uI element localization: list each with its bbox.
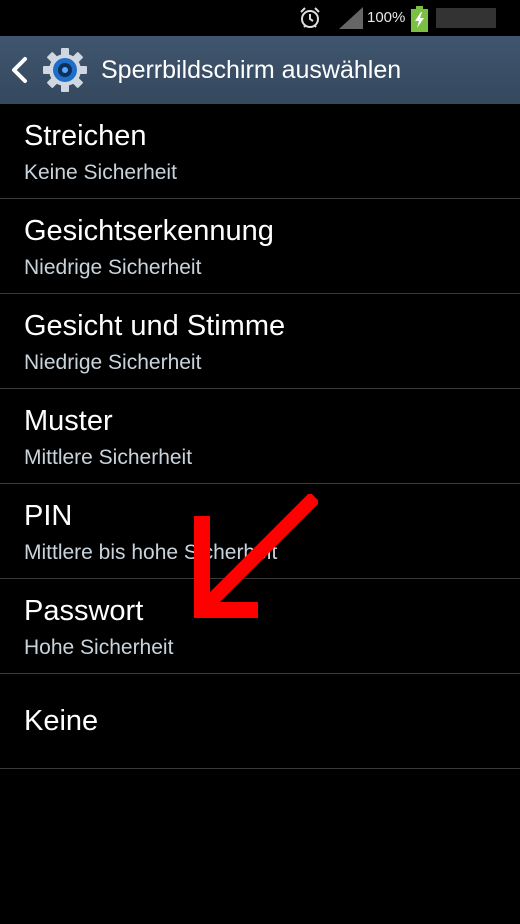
list-item-muster[interactable]: Muster Mittlere Sicherheit — [0, 389, 520, 484]
list-item-subtitle: Hohe Sicherheit — [24, 636, 174, 659]
list-item-title: Muster — [24, 405, 113, 437]
alarm-icon — [300, 7, 320, 28]
list-item-passwort[interactable]: Passwort Hohe Sicherheit — [0, 579, 520, 674]
list-item-title: PIN — [24, 500, 73, 532]
list-item-pin[interactable]: PIN Mittlere bis hohe Sicherheit — [0, 484, 520, 579]
battery-charging-icon — [411, 6, 428, 32]
page-title: Sperrbildschirm auswählen — [101, 56, 402, 84]
list-item-subtitle: Keine Sicherheit — [24, 161, 177, 184]
list-item-title: Gesichtserkennung — [24, 215, 274, 247]
list-item-gesichtserkennung[interactable]: Gesichtserkennung Niedrige Sicherheit — [0, 199, 520, 294]
settings-gear-icon[interactable] — [42, 47, 88, 93]
list-item-subtitle: Mittlere bis hohe Sicherheit — [24, 541, 278, 564]
list-item-subtitle: Mittlere Sicherheit — [24, 446, 193, 469]
signal-icon — [339, 7, 363, 29]
list-item-title: Keine — [24, 705, 99, 737]
list-item-title: Passwort — [24, 595, 144, 627]
list-item-subtitle: Niedrige Sicherheit — [24, 256, 202, 279]
list-item-streichen[interactable]: Streichen Keine Sicherheit — [0, 104, 520, 199]
action-bar: Sperrbildschirm auswählen — [0, 36, 520, 104]
status-time-placeholder — [436, 8, 496, 28]
list-item-title: Gesicht und Stimme — [24, 310, 286, 342]
back-icon[interactable] — [10, 56, 28, 84]
list-item-keine[interactable]: Keine — [0, 674, 520, 769]
status-bar: 100% — [0, 0, 520, 36]
list-item-gesicht-und-stimme[interactable]: Gesicht und Stimme Niedrige Sicherheit — [0, 294, 520, 389]
lock-screen-options-list: Streichen Keine Sicherheit Gesichtserken… — [0, 104, 520, 769]
battery-percent: 100% — [367, 9, 406, 26]
list-item-subtitle: Niedrige Sicherheit — [24, 351, 202, 374]
list-item-title: Streichen — [24, 120, 147, 152]
